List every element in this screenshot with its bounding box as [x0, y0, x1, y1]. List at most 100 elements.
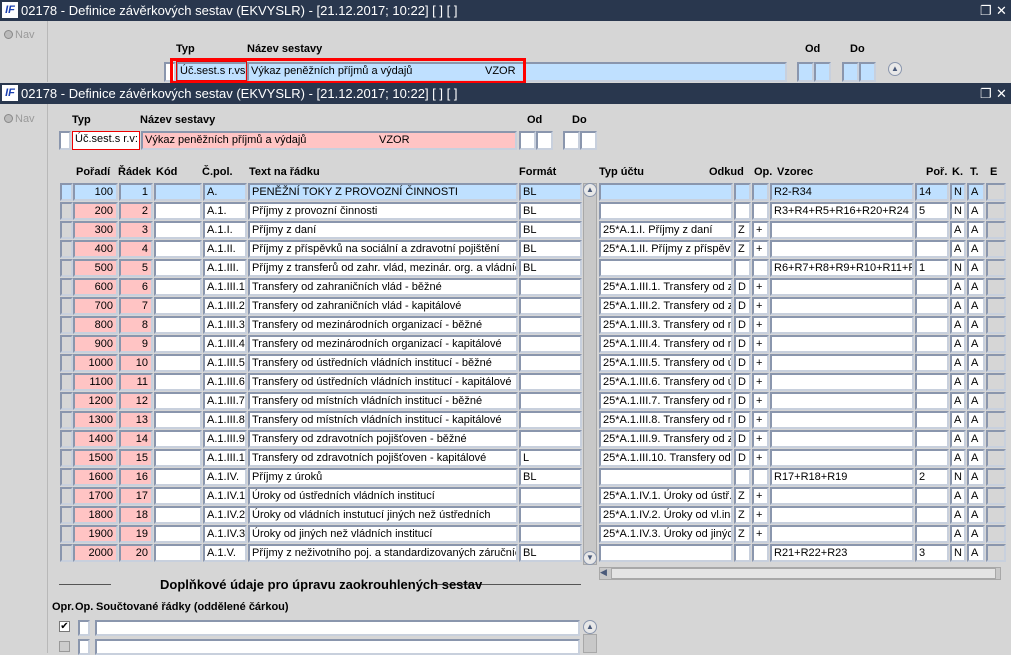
- scroll-up-icon[interactable]: ▲: [583, 620, 597, 634]
- cell-text[interactable]: Transfery od místních vládních institucí…: [248, 392, 518, 410]
- cell-format[interactable]: BL: [519, 183, 582, 201]
- cell-odkud[interactable]: D: [734, 430, 751, 448]
- cell-k[interactable]: A: [950, 449, 966, 467]
- cell-op[interactable]: +: [752, 487, 769, 505]
- cell-k[interactable]: A: [950, 506, 966, 524]
- vertical-scrollbar[interactable]: [583, 183, 597, 565]
- cell-vzorec[interactable]: [770, 487, 914, 505]
- cell-odkud[interactable]: Z: [734, 487, 751, 505]
- cell-vzorec[interactable]: [770, 240, 914, 258]
- cell-e[interactable]: [986, 259, 1006, 277]
- cell-radek[interactable]: 11: [119, 373, 153, 391]
- window-titlebar[interactable]: IF 02178 - Definice závěrkových sestav (…: [0, 83, 1011, 104]
- cell-cpol[interactable]: A.1.III.4.: [203, 335, 247, 353]
- cell-text[interactable]: Příjmy z daní: [248, 221, 518, 239]
- cell-kod[interactable]: [154, 411, 202, 429]
- cell-por[interactable]: [915, 373, 949, 391]
- cell-cpol[interactable]: A.1.III.9.: [203, 430, 247, 448]
- cell-t[interactable]: A: [967, 183, 985, 201]
- cell-cpol[interactable]: A.1.IV.: [203, 468, 247, 486]
- back-do-field-2[interactable]: [859, 62, 876, 82]
- cell-t[interactable]: A: [967, 373, 985, 391]
- cell-cpol[interactable]: A.: [203, 183, 247, 201]
- row-selector[interactable]: [60, 316, 73, 334]
- row-selector[interactable]: [60, 468, 73, 486]
- cell-vzorec[interactable]: [770, 373, 914, 391]
- back-window-titlebar[interactable]: IF 02178 - Definice závěrkových sestav (…: [0, 0, 1011, 21]
- cell-text[interactable]: Příjmy z provozní činnosti: [248, 202, 518, 220]
- cell-op[interactable]: +: [752, 506, 769, 524]
- cell-t[interactable]: A: [967, 221, 985, 239]
- cell-typ-uctu[interactable]: 25*A.1.IV.3. Úroky od jiných: [599, 525, 733, 543]
- cell-odkud[interactable]: Z: [734, 221, 751, 239]
- cell-op[interactable]: +: [752, 240, 769, 258]
- cell-radek[interactable]: 13: [119, 411, 153, 429]
- back-od-field-2[interactable]: [814, 62, 831, 82]
- cell-poradi[interactable]: 1600: [73, 468, 118, 486]
- cell-op[interactable]: +: [752, 297, 769, 315]
- cell-op[interactable]: [752, 259, 769, 277]
- cell-kod[interactable]: [154, 221, 202, 239]
- cell-cpol[interactable]: A.1.III.7.: [203, 392, 247, 410]
- cell-e[interactable]: [986, 449, 1006, 467]
- cell-kod[interactable]: [154, 316, 202, 334]
- cell-cpol[interactable]: A.1.IV.3: [203, 525, 247, 543]
- cell-kod[interactable]: [154, 278, 202, 296]
- cell-text[interactable]: Příjmy z úroků: [248, 468, 518, 486]
- cell-por[interactable]: [915, 487, 949, 505]
- cell-text[interactable]: Úroky od vládních instutucí jiných než ú…: [248, 506, 518, 524]
- row-selector[interactable]: [60, 430, 73, 448]
- cell-text[interactable]: Transfery od ústředních vládních institu…: [248, 354, 518, 372]
- cell-kod[interactable]: [154, 487, 202, 505]
- cell-k[interactable]: A: [950, 487, 966, 505]
- cell-typ-uctu[interactable]: 25*A.1.III.10. Transfery od zdr: [599, 449, 733, 467]
- cell-cpol[interactable]: A.1.II.: [203, 240, 247, 258]
- cell-radek[interactable]: 12: [119, 392, 153, 410]
- cell-poradi[interactable]: 300: [73, 221, 118, 239]
- cell-cpol[interactable]: A.1.IV.2: [203, 506, 247, 524]
- scroll-down-icon[interactable]: ▼: [583, 551, 597, 565]
- cell-k[interactable]: A: [950, 411, 966, 429]
- row-selector[interactable]: [60, 278, 73, 296]
- cell-t[interactable]: A: [967, 259, 985, 277]
- rows-field[interactable]: [95, 620, 580, 636]
- cell-typ-uctu[interactable]: [599, 202, 733, 220]
- row-selector[interactable]: [60, 373, 73, 391]
- cell-odkud[interactable]: [734, 468, 751, 486]
- cell-k[interactable]: N: [950, 202, 966, 220]
- cell-e[interactable]: [986, 487, 1006, 505]
- cell-radek[interactable]: 1: [119, 183, 153, 201]
- cell-por[interactable]: 5: [915, 202, 949, 220]
- cell-por[interactable]: [915, 392, 949, 410]
- cell-format[interactable]: [519, 430, 582, 448]
- cell-op[interactable]: +: [752, 430, 769, 448]
- cell-e[interactable]: [986, 202, 1006, 220]
- cell-op[interactable]: +: [752, 449, 769, 467]
- cell-vzorec[interactable]: R17+R18+R19: [770, 468, 914, 486]
- cell-cpol[interactable]: A.1.IV.1: [203, 487, 247, 505]
- cell-t[interactable]: A: [967, 525, 985, 543]
- cell-odkud[interactable]: Z: [734, 240, 751, 258]
- cell-op[interactable]: [752, 544, 769, 562]
- cell-por[interactable]: [915, 430, 949, 448]
- scroll-left-icon[interactable]: ◀: [600, 567, 607, 578]
- cell-por[interactable]: [915, 297, 949, 315]
- cell-k[interactable]: N: [950, 259, 966, 277]
- cell-vzorec[interactable]: [770, 392, 914, 410]
- cell-poradi[interactable]: 600: [73, 278, 118, 296]
- cell-por[interactable]: [915, 278, 949, 296]
- cell-op[interactable]: +: [752, 221, 769, 239]
- back-do-field-1[interactable]: [842, 62, 859, 82]
- cell-por[interactable]: 1: [915, 259, 949, 277]
- cell-kod[interactable]: [154, 297, 202, 315]
- cell-odkud[interactable]: [734, 183, 751, 201]
- cell-cpol[interactable]: A.1.III.6.: [203, 373, 247, 391]
- row-selector[interactable]: [60, 297, 73, 315]
- cell-kod[interactable]: [154, 525, 202, 543]
- cell-vzorec[interactable]: [770, 316, 914, 334]
- cell-text[interactable]: Transfery od mezinárodních organizací - …: [248, 316, 518, 334]
- row-selector[interactable]: [60, 392, 73, 410]
- cell-op[interactable]: +: [752, 373, 769, 391]
- cell-radek[interactable]: 17: [119, 487, 153, 505]
- cell-radek[interactable]: 9: [119, 335, 153, 353]
